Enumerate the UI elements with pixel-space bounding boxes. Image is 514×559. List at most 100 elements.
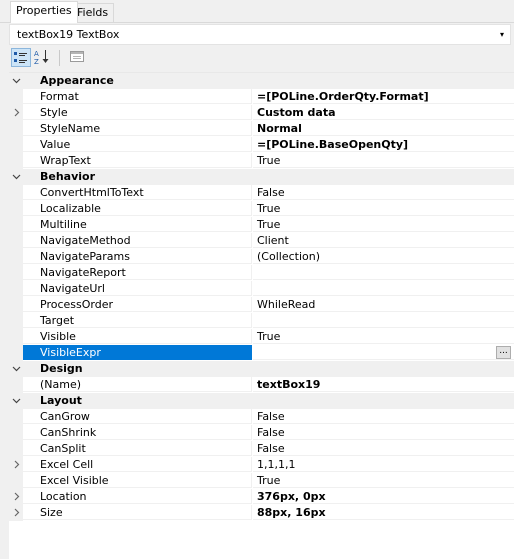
- categorized-button[interactable]: [11, 48, 31, 67]
- tab-properties[interactable]: Properties: [10, 1, 78, 23]
- category-design[interactable]: Design: [9, 361, 514, 377]
- property-name[interactable]: NavigateParams: [23, 249, 252, 264]
- categorized-icon: [14, 52, 27, 63]
- ellipsis-button[interactable]: ...: [496, 346, 511, 359]
- property-name[interactable]: Style: [23, 105, 252, 120]
- property-row[interactable]: Excel Cell 1,1,1,1: [9, 457, 514, 473]
- row-gutter: [9, 457, 23, 473]
- category-label: Design: [40, 362, 83, 375]
- property-row[interactable]: Size 88px, 16px: [9, 505, 514, 521]
- category-appearance[interactable]: Appearance: [9, 73, 514, 89]
- expand-chevron-icon[interactable]: [12, 460, 21, 469]
- property-value-text: True: [257, 218, 281, 231]
- property-value[interactable]: True: [253, 473, 514, 488]
- property-value-text: =[POLine.OrderQty.Format]: [257, 90, 429, 103]
- property-value[interactable]: WhileRead: [253, 297, 514, 312]
- collapse-chevron-icon[interactable]: [12, 396, 21, 405]
- property-row[interactable]: NavigateUrl: [9, 281, 514, 297]
- expand-chevron-icon[interactable]: [12, 108, 21, 117]
- property-row[interactable]: ConvertHtmlToText False: [9, 185, 514, 201]
- property-value[interactable]: =[POLine.OrderQty.Format]: [253, 89, 514, 104]
- property-value[interactable]: True: [253, 217, 514, 232]
- property-value[interactable]: 88px, 16px: [253, 505, 514, 520]
- property-row[interactable]: Localizable True: [9, 201, 514, 217]
- property-row[interactable]: CanGrow False: [9, 409, 514, 425]
- property-name[interactable]: Excel Cell: [23, 457, 252, 472]
- category-layout[interactable]: Layout: [9, 393, 514, 409]
- property-name[interactable]: Multiline: [23, 217, 252, 232]
- property-value-text: 376px, 0px: [257, 490, 326, 503]
- property-value-text: Normal: [257, 122, 302, 135]
- property-value[interactable]: (Collection): [253, 249, 514, 264]
- property-row[interactable]: (Name) textBox19: [9, 377, 514, 393]
- property-value[interactable]: [253, 265, 514, 280]
- property-value[interactable]: Custom data: [253, 105, 514, 120]
- property-row[interactable]: NavigateMethod Client: [9, 233, 514, 249]
- property-value[interactable]: False: [253, 185, 514, 200]
- property-value[interactable]: =[POLine.BaseOpenQty]: [253, 137, 514, 152]
- property-name[interactable]: CanGrow: [23, 409, 252, 424]
- collapse-chevron-icon[interactable]: [12, 76, 21, 85]
- property-row[interactable]: NavigateParams (Collection): [9, 249, 514, 265]
- property-row[interactable]: WrapText True: [9, 153, 514, 169]
- property-name[interactable]: NavigateUrl: [23, 281, 252, 296]
- category-behavior[interactable]: Behavior: [9, 169, 514, 185]
- property-name[interactable]: Localizable: [23, 201, 252, 216]
- property-name[interactable]: CanShrink: [23, 425, 252, 440]
- property-row[interactable]: Excel Visible True: [9, 473, 514, 489]
- property-row[interactable]: CanSplit False: [9, 441, 514, 457]
- property-row[interactable]: VisibleExpr...: [9, 345, 514, 361]
- row-gutter: [9, 409, 23, 425]
- row-gutter: [9, 105, 23, 121]
- property-name[interactable]: Visible: [23, 329, 252, 344]
- property-row[interactable]: Target: [9, 313, 514, 329]
- property-pages-button[interactable]: [68, 48, 88, 67]
- property-value[interactable]: [253, 281, 514, 296]
- object-selector[interactable]: textBox19 TextBox ▾: [9, 24, 511, 45]
- alphabetical-button[interactable]: A Z: [33, 48, 53, 67]
- property-value[interactable]: textBox19: [253, 377, 514, 392]
- dropdown-arrow-icon[interactable]: ▾: [500, 25, 504, 44]
- property-value[interactable]: False: [253, 441, 514, 456]
- property-row[interactable]: Location 376px, 0px: [9, 489, 514, 505]
- collapse-chevron-icon[interactable]: [12, 172, 21, 181]
- expand-chevron-icon[interactable]: [12, 508, 21, 517]
- property-row[interactable]: Value =[POLine.BaseOpenQty]: [9, 137, 514, 153]
- property-row[interactable]: Style Custom data: [9, 105, 514, 121]
- property-name[interactable]: StyleName: [23, 121, 252, 136]
- property-row[interactable]: Visible True: [9, 329, 514, 345]
- property-name[interactable]: Format: [23, 89, 252, 104]
- property-name[interactable]: ProcessOrder: [23, 297, 252, 312]
- property-name[interactable]: Target: [23, 313, 252, 328]
- property-value[interactable]: False: [253, 425, 514, 440]
- collapse-chevron-icon[interactable]: [12, 364, 21, 373]
- property-row[interactable]: StyleName Normal: [9, 121, 514, 137]
- property-row[interactable]: NavigateReport: [9, 265, 514, 281]
- property-value[interactable]: False: [253, 409, 514, 424]
- property-name[interactable]: Excel Visible: [23, 473, 252, 488]
- property-value[interactable]: 376px, 0px: [253, 489, 514, 504]
- property-row[interactable]: ProcessOrder WhileRead: [9, 297, 514, 313]
- property-name[interactable]: Value: [23, 137, 252, 152]
- property-name[interactable]: NavigateReport: [23, 265, 252, 280]
- property-row[interactable]: Multiline True: [9, 217, 514, 233]
- property-name[interactable]: WrapText: [23, 153, 252, 168]
- property-name[interactable]: Location: [23, 489, 252, 504]
- expand-chevron-icon[interactable]: [12, 492, 21, 501]
- property-value[interactable]: [253, 313, 514, 328]
- property-name[interactable]: (Name): [23, 377, 252, 392]
- property-row[interactable]: CanShrink False: [9, 425, 514, 441]
- property-value[interactable]: Normal: [253, 121, 514, 136]
- property-name[interactable]: CanSplit: [23, 441, 252, 456]
- property-value[interactable]: True: [253, 153, 514, 168]
- property-value[interactable]: ...: [253, 345, 514, 360]
- property-value[interactable]: 1,1,1,1: [253, 457, 514, 472]
- property-value[interactable]: Client: [253, 233, 514, 248]
- property-row[interactable]: Format =[POLine.OrderQty.Format]: [9, 89, 514, 105]
- property-value[interactable]: True: [253, 329, 514, 344]
- property-name[interactable]: ConvertHtmlToText: [23, 185, 252, 200]
- property-name[interactable]: Size: [23, 505, 252, 520]
- property-name[interactable]: VisibleExpr: [23, 345, 252, 360]
- property-name[interactable]: NavigateMethod: [23, 233, 252, 248]
- property-value[interactable]: True: [253, 201, 514, 216]
